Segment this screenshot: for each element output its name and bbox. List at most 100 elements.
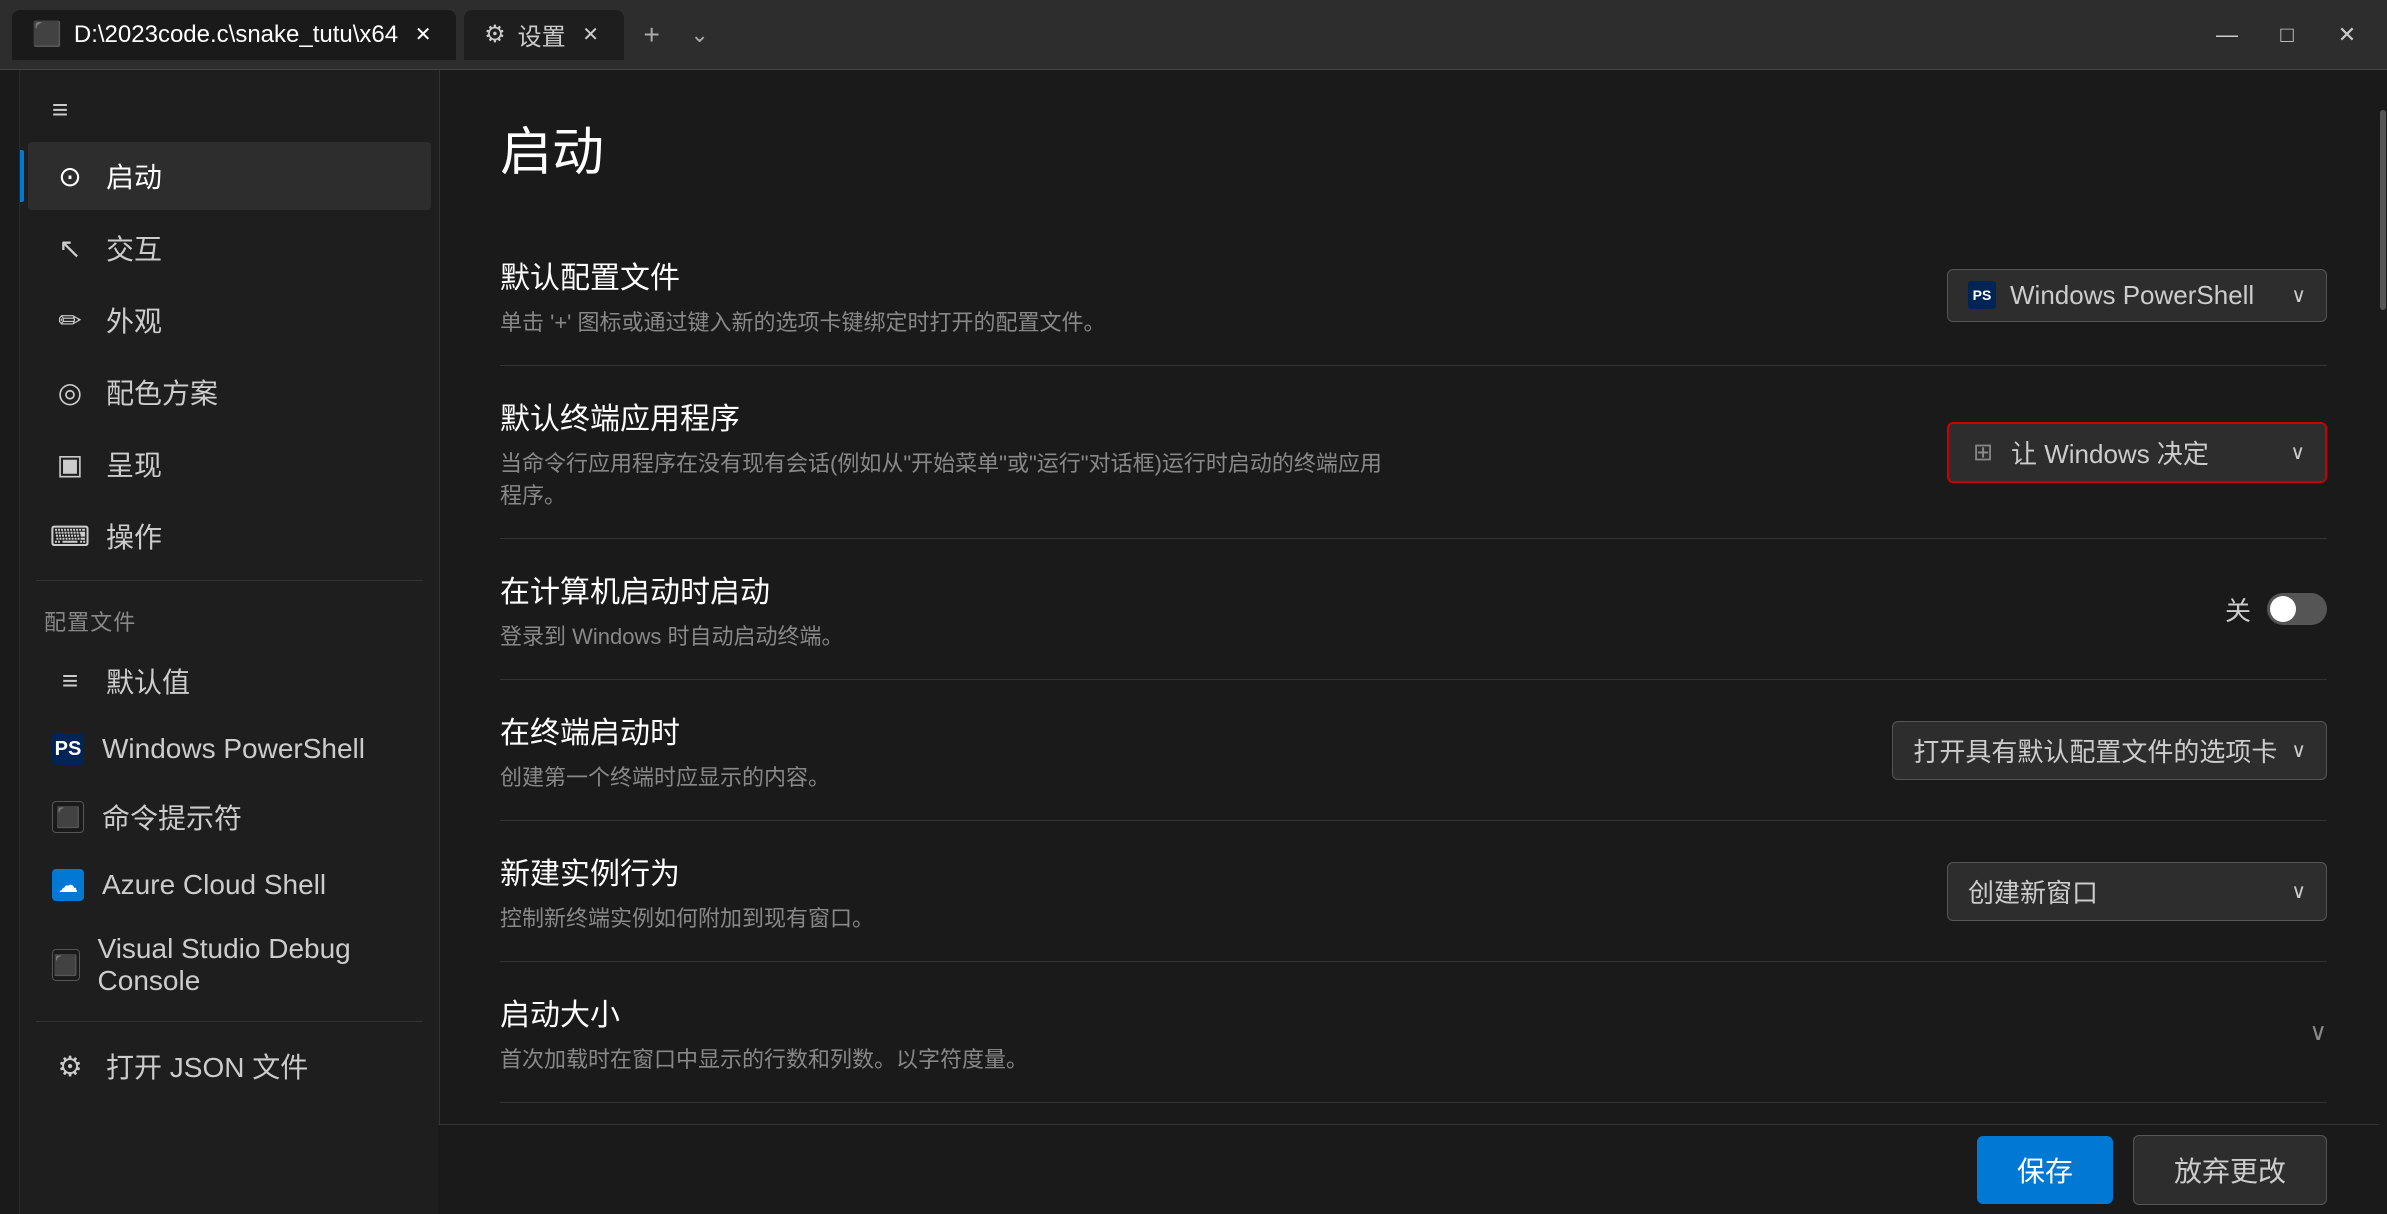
default-profile-dropdown[interactable]: PS Windows PowerShell ∨ xyxy=(1947,269,2327,322)
sidebar-item-azure-label: Azure Cloud Shell xyxy=(102,869,326,901)
tab-file-icon: ⬛ xyxy=(32,20,62,49)
sidebar-item-vsdebug[interactable]: ⬛ Visual Studio Debug Console xyxy=(28,919,431,1011)
new-instance-value: 创建新窗口 xyxy=(1968,873,2098,910)
setting-startup-login-right: 关 xyxy=(2225,591,2327,628)
sidebar-item-rendering-label: 呈现 xyxy=(106,444,162,484)
setting-default-profile-desc: 单击 '+' 图标或通过键入新的选项卡键绑定时打开的配置文件。 xyxy=(500,305,1400,337)
sidebar: ≡ ⊙ 启动 ↖ 交互 ✏ 外观 ◎ 配色方案 ▣ 呈现 ⌨ 操作 配置文件 xyxy=(20,70,440,1214)
maximize-button[interactable]: □ xyxy=(2259,11,2315,59)
rendering-icon: ▣ xyxy=(52,446,88,482)
sidebar-item-startup-label: 启动 xyxy=(106,156,162,196)
left-panel xyxy=(0,70,20,1214)
setting-startup-size: 启动大小 首次加载时在窗口中显示的行数和列数。以字符度量。 ∨ xyxy=(500,962,2327,1103)
setting-on-startup: 在终端启动时 创建第一个终端时应显示的内容。 打开具有默认配置文件的选项卡 ∨ xyxy=(500,680,2327,821)
setting-default-profile: 默认配置文件 单击 '+' 图标或通过键入新的选项卡键绑定时打开的配置文件。 P… xyxy=(500,225,2327,366)
tab-file-close[interactable]: ✕ xyxy=(410,22,436,48)
sidebar-item-startup[interactable]: ⊙ 启动 xyxy=(28,142,431,210)
setting-on-startup-desc: 创建第一个终端时应显示的内容。 xyxy=(500,760,1400,792)
sidebar-item-actions-label: 操作 xyxy=(106,516,162,556)
sidebar-item-colorscheme[interactable]: ◎ 配色方案 xyxy=(28,358,431,426)
defaults-icon: ≡ xyxy=(52,663,88,699)
setting-new-instance-left: 新建实例行为 控制新终端实例如何附加到现有窗口。 xyxy=(500,849,1907,933)
toggle-label: 关 xyxy=(2225,591,2251,628)
setting-new-instance: 新建实例行为 控制新终端实例如何附加到现有窗口。 创建新窗口 ∨ xyxy=(500,821,2327,962)
footer-bar: 保存 放弃更改 xyxy=(438,1124,2387,1214)
sidebar-item-json-label: 打开 JSON 文件 xyxy=(106,1046,308,1086)
default-profile-value: Windows PowerShell xyxy=(2010,280,2254,311)
setting-startup-size-desc: 首次加载时在窗口中显示的行数和列数。以字符度量。 xyxy=(500,1042,1400,1074)
tab-settings[interactable]: ⚙ 设置 ✕ xyxy=(464,10,624,60)
startup-size-expand[interactable]: ∨ xyxy=(2309,1018,2327,1047)
setting-startup-size-title: 启动大小 xyxy=(500,990,2269,1034)
profiles-section-label: 配置文件 xyxy=(20,589,439,645)
scrollbar[interactable] xyxy=(2379,70,2387,1214)
new-instance-dropdown[interactable]: 创建新窗口 ∨ xyxy=(1947,862,2327,921)
setting-startup-login-desc: 登录到 Windows 时自动启动终端。 xyxy=(500,619,1400,651)
sidebar-item-interaction[interactable]: ↖ 交互 xyxy=(28,214,431,282)
default-terminal-value: 让 Windows 决定 xyxy=(2011,434,2209,471)
tab-file[interactable]: ⬛ D:\2023code.c\snake_tutu\x64 ✕ xyxy=(12,10,456,60)
tab-file-label: D:\2023code.c\snake_tutu\x64 xyxy=(74,21,398,49)
sidebar-divider xyxy=(36,580,423,581)
sidebar-item-appearance[interactable]: ✏ 外观 xyxy=(28,286,431,354)
sidebar-item-colorscheme-label: 配色方案 xyxy=(106,372,218,412)
hamburger-button[interactable]: ≡ xyxy=(30,80,90,140)
setting-new-instance-desc: 控制新终端实例如何附加到现有窗口。 xyxy=(500,901,1400,933)
titlebar: ⬛ D:\2023code.c\snake_tutu\x64 ✕ ⚙ 设置 ✕ … xyxy=(0,0,2387,70)
sidebar-item-azure[interactable]: ☁ Azure Cloud Shell xyxy=(28,855,431,915)
setting-startup-login: 在计算机启动时启动 登录到 Windows 时自动启动终端。 关 xyxy=(500,539,2327,680)
sidebar-item-json[interactable]: ⚙ 打开 JSON 文件 xyxy=(28,1032,431,1100)
setting-default-terminal-left: 默认终端应用程序 当命令行应用程序在没有现有会话(例如从"开始菜单"或"运行"对… xyxy=(500,394,1907,510)
window-controls: — □ ✕ xyxy=(2199,11,2375,59)
setting-on-startup-left: 在终端启动时 创建第一个终端时应显示的内容。 xyxy=(500,708,1852,792)
json-icon: ⚙ xyxy=(52,1048,88,1084)
sidebar-item-defaults[interactable]: ≡ 默认值 xyxy=(28,647,431,715)
setting-default-terminal-title: 默认终端应用程序 xyxy=(500,394,1907,438)
appearance-icon: ✏ xyxy=(52,302,88,338)
vsdebug-icon: ⬛ xyxy=(52,949,80,981)
setting-new-instance-right: 创建新窗口 ∨ xyxy=(1947,862,2327,921)
tab-settings-icon: ⚙ xyxy=(484,20,506,49)
on-startup-value: 打开具有默认配置文件的选项卡 xyxy=(1913,732,2277,769)
sidebar-item-interaction-label: 交互 xyxy=(106,228,162,268)
startup-toggle[interactable] xyxy=(2267,593,2327,625)
main-layout: ≡ ⊙ 启动 ↖ 交互 ✏ 外观 ◎ 配色方案 ▣ 呈现 ⌨ 操作 配置文件 xyxy=(0,70,2387,1214)
add-tab-button[interactable]: + xyxy=(632,15,672,55)
interaction-icon: ↖ xyxy=(52,230,88,266)
minimize-button[interactable]: — xyxy=(2199,11,2255,59)
actions-icon: ⌨ xyxy=(52,518,88,554)
sidebar-item-appearance-label: 外观 xyxy=(106,300,162,340)
tab-settings-close[interactable]: ✕ xyxy=(578,22,604,48)
default-terminal-chevron: ∨ xyxy=(2290,440,2305,465)
settings-content: 启动 默认配置文件 单击 '+' 图标或通过键入新的选项卡键绑定时打开的配置文件… xyxy=(440,70,2387,1214)
setting-startup-login-left: 在计算机启动时启动 登录到 Windows 时自动启动终端。 xyxy=(500,567,2185,651)
sidebar-item-rendering[interactable]: ▣ 呈现 xyxy=(28,430,431,498)
setting-new-instance-title: 新建实例行为 xyxy=(500,849,1907,893)
setting-default-profile-left: 默认配置文件 单击 '+' 图标或通过键入新的选项卡键绑定时打开的配置文件。 xyxy=(500,253,1907,337)
setting-on-startup-right: 打开具有默认配置文件的选项卡 ∨ xyxy=(1892,721,2327,780)
tab-dropdown-button[interactable]: ⌄ xyxy=(680,15,720,55)
discard-button[interactable]: 放弃更改 xyxy=(2133,1135,2327,1205)
setting-startup-size-left: 启动大小 首次加载时在窗口中显示的行数和列数。以字符度量。 xyxy=(500,990,2269,1074)
powershell-icon: PS xyxy=(52,733,84,765)
toggle-knob xyxy=(2270,596,2296,622)
scrollbar-thumb[interactable] xyxy=(2380,110,2386,310)
new-instance-chevron: ∨ xyxy=(2291,879,2306,904)
setting-default-profile-right: PS Windows PowerShell ∨ xyxy=(1947,269,2327,322)
sidebar-item-cmd[interactable]: ⬛ 命令提示符 xyxy=(28,783,431,851)
sidebar-item-actions[interactable]: ⌨ 操作 xyxy=(28,502,431,570)
sidebar-item-defaults-label: 默认值 xyxy=(106,661,190,701)
startup-toggle-container: 关 xyxy=(2225,591,2327,628)
sidebar-item-powershell-label: Windows PowerShell xyxy=(102,733,365,765)
default-terminal-dropdown[interactable]: ⊞ 让 Windows 决定 ∨ xyxy=(1947,422,2327,483)
page-title: 启动 xyxy=(500,110,2327,185)
sidebar-item-powershell[interactable]: PS Windows PowerShell xyxy=(28,719,431,779)
windows-dropdown-icon: ⊞ xyxy=(1969,438,1997,466)
close-button[interactable]: ✕ xyxy=(2319,11,2375,59)
powershell-dropdown-icon: PS xyxy=(1968,281,1996,309)
save-button[interactable]: 保存 xyxy=(1977,1136,2113,1204)
setting-startup-size-right: ∨ xyxy=(2309,1018,2327,1047)
sidebar-item-cmd-label: 命令提示符 xyxy=(102,797,242,837)
default-profile-chevron: ∨ xyxy=(2291,283,2306,308)
on-startup-dropdown[interactable]: 打开具有默认配置文件的选项卡 ∨ xyxy=(1892,721,2327,780)
